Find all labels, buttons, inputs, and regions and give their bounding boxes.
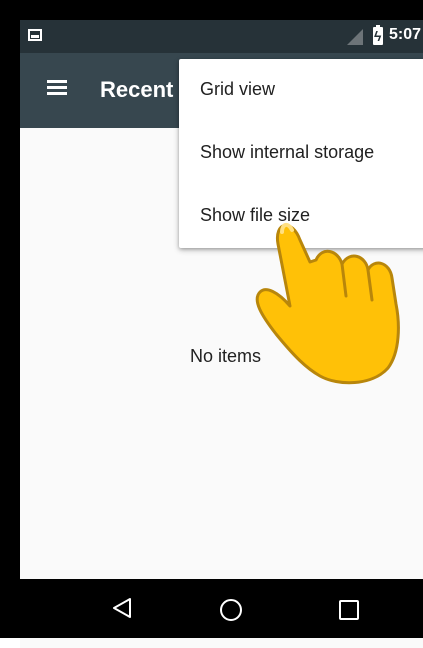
recents-icon[interactable] (339, 600, 359, 620)
gallery-icon (28, 29, 42, 41)
status-time: 5:07 (389, 26, 422, 43)
menu-item-grid-view[interactable]: Grid view (179, 59, 423, 122)
back-icon[interactable] (112, 597, 132, 619)
battery-charging-icon: ϟ (373, 25, 383, 45)
pointing-hand-icon (255, 223, 400, 385)
menu-item-label: Grid view (200, 79, 276, 99)
page-title: Recent (100, 77, 174, 102)
menu-item-show-internal-storage[interactable]: Show internal storage (179, 122, 423, 185)
device-frame: ϟ 5:07 Recent No items Grid view Show in… (0, 0, 423, 648)
status-bar: ϟ 5:07 (20, 20, 423, 53)
screen: ϟ 5:07 Recent No items Grid view Show in… (20, 20, 423, 648)
navigation-bar (20, 579, 423, 638)
menu-item-label: Show internal storage (200, 142, 375, 162)
hamburger-icon[interactable] (47, 80, 67, 96)
signal-icon (347, 29, 363, 45)
home-icon[interactable] (220, 599, 242, 621)
